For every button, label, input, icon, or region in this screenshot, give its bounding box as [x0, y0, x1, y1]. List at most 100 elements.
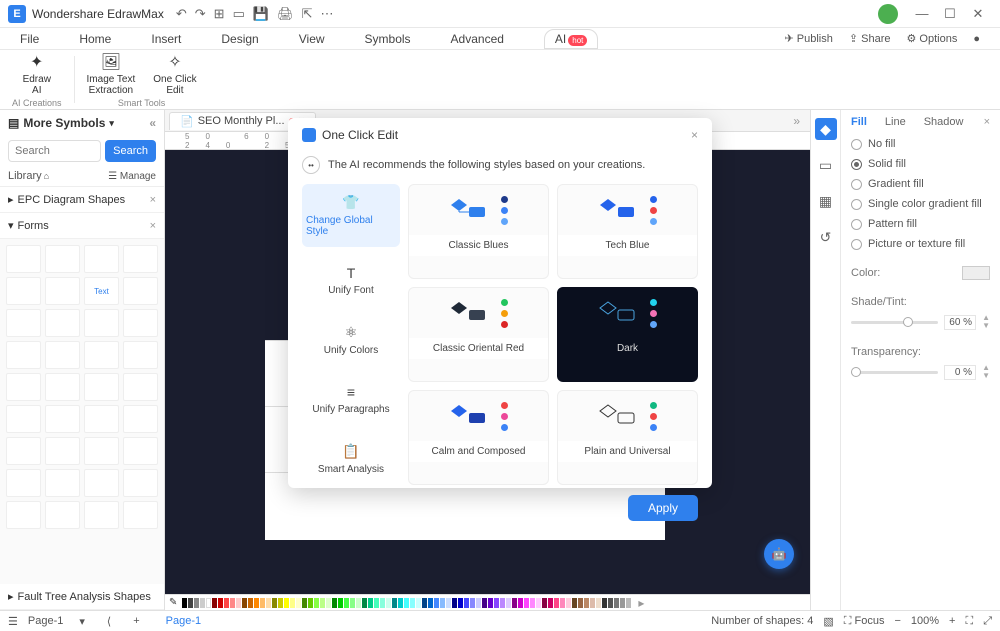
- side-unify-colors[interactable]: ⚛Unify Colors: [302, 314, 400, 366]
- color-swatch[interactable]: [266, 598, 271, 608]
- history-icon[interactable]: ↺: [815, 226, 837, 248]
- expand-right-icon[interactable]: »: [783, 114, 810, 128]
- share-button[interactable]: ⇪ Share: [849, 32, 891, 45]
- image-text-extraction-button[interactable]: 🖼 Image Text Extraction: [87, 52, 136, 96]
- shape-thumb[interactable]: [84, 469, 119, 497]
- color-swatch[interactable]: [188, 598, 193, 608]
- color-swatch[interactable]: [494, 598, 499, 608]
- color-picker[interactable]: [962, 266, 990, 280]
- color-swatch[interactable]: [500, 598, 505, 608]
- shape-thumb[interactable]: [123, 277, 158, 305]
- color-swatch[interactable]: [560, 598, 565, 608]
- close-panel-icon[interactable]: ×: [984, 116, 990, 128]
- shape-thumb[interactable]: [6, 501, 41, 529]
- library-label[interactable]: Library: [8, 170, 42, 182]
- layers-icon[interactable]: ▦: [815, 190, 837, 212]
- color-swatch[interactable]: [542, 598, 547, 608]
- page-list-icon[interactable]: ☰: [8, 615, 18, 628]
- menu-design[interactable]: Design: [221, 32, 258, 46]
- add-page-icon[interactable]: +: [127, 615, 145, 627]
- shape-thumb[interactable]: [45, 341, 80, 369]
- print-icon[interactable]: 🖨: [277, 6, 294, 22]
- shape-thumb[interactable]: [84, 309, 119, 337]
- close-icon[interactable]: ×: [150, 194, 156, 206]
- shape-thumb[interactable]: [123, 469, 158, 497]
- style-icon[interactable]: ◆: [815, 118, 837, 140]
- shade-slider[interactable]: 60 % ▲▼: [851, 314, 990, 330]
- color-swatch[interactable]: [416, 598, 421, 608]
- stepper-icon[interactable]: ▲▼: [982, 364, 990, 380]
- shape-thumb[interactable]: [45, 501, 80, 529]
- shape-thumb[interactable]: [45, 437, 80, 465]
- color-swatch[interactable]: [602, 598, 607, 608]
- chevron-down-icon[interactable]: ▾: [73, 615, 91, 628]
- color-swatch[interactable]: [626, 598, 631, 608]
- color-swatch[interactable]: [548, 598, 553, 608]
- redo-icon[interactable]: ↷: [195, 6, 206, 22]
- new-icon[interactable]: ⊞: [214, 6, 225, 22]
- color-swatch[interactable]: [608, 598, 613, 608]
- color-swatch[interactable]: [410, 598, 415, 608]
- radio-gradient-fill[interactable]: Gradient fill: [851, 178, 990, 190]
- shape-thumb[interactable]: [6, 277, 41, 305]
- menu-insert[interactable]: Insert: [151, 32, 181, 46]
- shape-thumb[interactable]: [6, 437, 41, 465]
- shape-thumb[interactable]: [6, 469, 41, 497]
- color-swatch[interactable]: [362, 598, 367, 608]
- color-swatch[interactable]: [596, 598, 601, 608]
- shape-thumb[interactable]: [84, 245, 119, 273]
- color-swatch[interactable]: [392, 598, 397, 608]
- palette-more-icon[interactable]: ▸: [638, 596, 644, 610]
- color-swatch[interactable]: [254, 598, 259, 608]
- menu-ai[interactable]: AIhot: [544, 29, 598, 49]
- shape-thumb[interactable]: [84, 501, 119, 529]
- stepper-icon[interactable]: ▲▼: [982, 314, 990, 330]
- color-swatch[interactable]: [584, 598, 589, 608]
- shape-thumb[interactable]: [123, 245, 158, 273]
- side-smart-analysis[interactable]: 📋Smart Analysis: [302, 433, 400, 485]
- fullscreen-icon[interactable]: ⤢: [983, 615, 992, 628]
- tab-line[interactable]: Line: [885, 116, 906, 128]
- category-forms[interactable]: ▾ Forms ×: [0, 213, 164, 239]
- notification-icon[interactable]: ●: [973, 33, 980, 45]
- color-swatch[interactable]: [344, 598, 349, 608]
- shape-thumb[interactable]: [45, 469, 80, 497]
- shape-thumb[interactable]: [123, 373, 158, 401]
- tab-fill[interactable]: Fill: [851, 116, 867, 128]
- zoom-in-icon[interactable]: +: [949, 615, 955, 627]
- search-button[interactable]: Search: [105, 140, 156, 162]
- color-swatch[interactable]: [512, 598, 517, 608]
- symbol-search-input[interactable]: [8, 140, 101, 162]
- prev-page-icon[interactable]: ⟨: [101, 615, 117, 628]
- shape-thumb[interactable]: [45, 309, 80, 337]
- color-swatch[interactable]: [350, 598, 355, 608]
- shape-thumb[interactable]: [45, 405, 80, 433]
- shape-thumb[interactable]: [6, 341, 41, 369]
- save-icon[interactable]: 💾: [253, 6, 269, 22]
- color-swatch[interactable]: [530, 598, 535, 608]
- color-swatch[interactable]: [452, 598, 457, 608]
- style-classic-blues[interactable]: Classic Blues: [408, 184, 549, 279]
- color-swatch[interactable]: [302, 598, 307, 608]
- color-swatch[interactable]: [260, 598, 265, 608]
- color-swatch[interactable]: [398, 598, 403, 608]
- shape-thumb[interactable]: [6, 309, 41, 337]
- shape-thumb[interactable]: [123, 309, 158, 337]
- color-swatch[interactable]: [332, 598, 337, 608]
- page-tab[interactable]: Page-1: [166, 615, 201, 627]
- color-swatch[interactable]: [314, 598, 319, 608]
- menu-advanced[interactable]: Advanced: [451, 32, 504, 46]
- page-name[interactable]: Page-1: [28, 615, 63, 627]
- side-unify-paragraphs[interactable]: ≡Unify Paragraphs: [302, 374, 400, 425]
- zoom-out-icon[interactable]: −: [894, 615, 900, 627]
- dropper-icon[interactable]: ✎: [169, 597, 177, 608]
- color-swatch[interactable]: [506, 598, 511, 608]
- color-swatch[interactable]: [236, 598, 241, 608]
- color-swatch[interactable]: [194, 598, 199, 608]
- page-icon[interactable]: ▭: [815, 154, 837, 176]
- more-icon[interactable]: ⋯: [320, 6, 333, 22]
- radio-single-gradient[interactable]: Single color gradient fill: [851, 198, 990, 210]
- close-button[interactable]: ✕: [964, 6, 992, 22]
- transparency-slider[interactable]: 0 % ▲▼: [851, 364, 990, 380]
- color-swatch[interactable]: [368, 598, 373, 608]
